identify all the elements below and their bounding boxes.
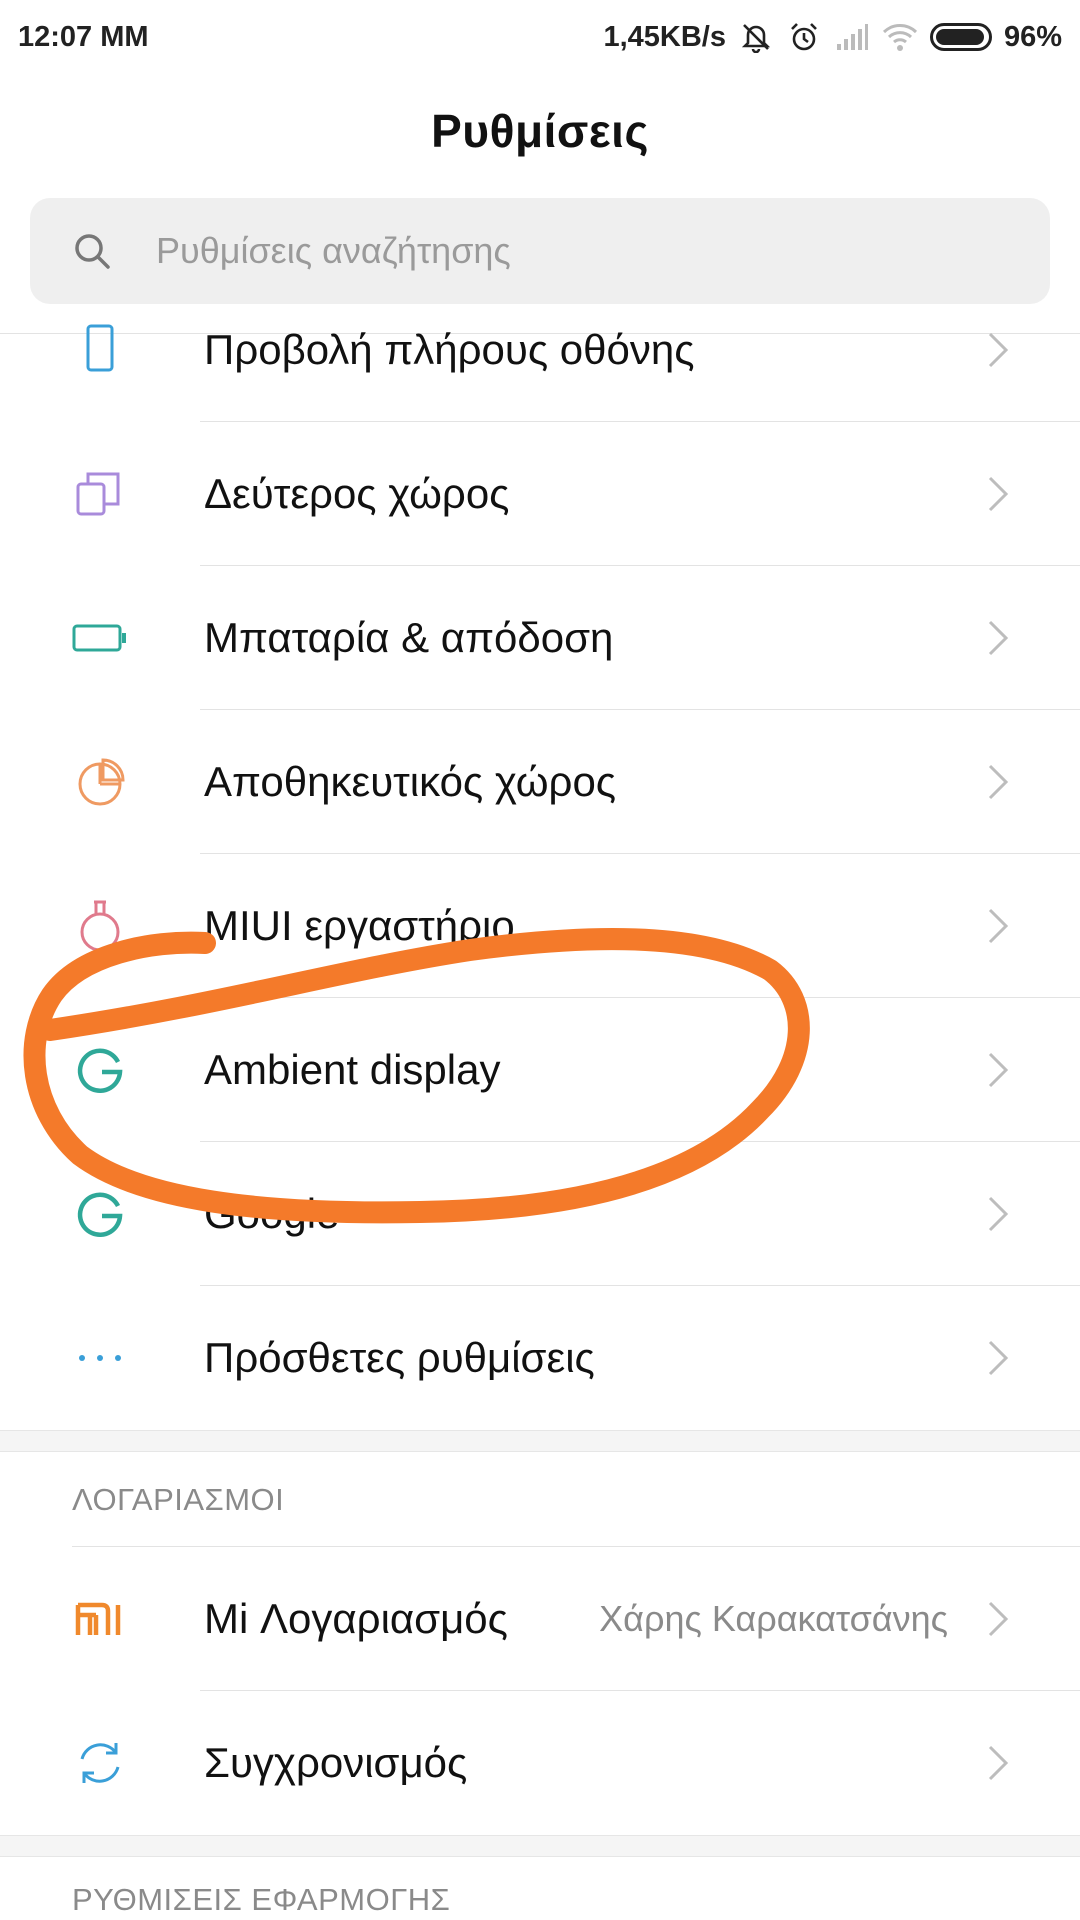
search-icon — [75, 234, 110, 269]
wifi-icon — [882, 19, 918, 55]
chevron-right-icon — [988, 1745, 1009, 1781]
settings-row-sync[interactable]: Συγχρονισμός — [0, 1691, 1080, 1835]
bell-muted-icon — [738, 19, 774, 55]
section-header-app-settings: ΡΥΘΜΙΣΕΙΣ ΕΦΑΡΜΟΓΗΣ — [72, 1882, 451, 1917]
second-space-icon — [76, 472, 120, 516]
battery-icon — [929, 23, 992, 51]
sync-icon — [80, 1743, 120, 1783]
chevron-right-icon — [988, 476, 1009, 512]
settings-row-mi-account[interactable]: Mi Λογαριασμός Χάρης Καρακατσάνης — [0, 1547, 1080, 1691]
settings-row-ambient-display[interactable]: Ambient display — [0, 998, 1080, 1142]
chevron-right-icon — [988, 908, 1009, 944]
settings-row-google[interactable]: Google — [0, 1142, 1080, 1286]
row-label: Mi Λογαριασμός — [204, 1595, 508, 1642]
settings-row-second-space[interactable]: Δεύτερος χώρος — [0, 422, 1080, 566]
settings-row-storage[interactable]: Αποθηκευτικός χώρος — [0, 710, 1080, 854]
account-name-value: Χάρης Καρακατσάνης — [599, 1598, 948, 1639]
row-label: Μπαταρία & απόδοση — [204, 614, 614, 661]
row-label: Συγχρονισμός — [204, 1739, 468, 1786]
lab-flask-icon — [80, 900, 120, 952]
row-label: Δεύτερος χώρος — [204, 470, 510, 517]
chevron-right-icon — [988, 1601, 1009, 1637]
battery-fill — [935, 29, 984, 45]
status-bar: 12:07 ΜΜ 1,45KB/s 96% — [0, 0, 1080, 74]
chevron-right-icon — [988, 764, 1009, 800]
section-separator — [0, 1835, 1080, 1857]
chevron-right-icon — [988, 620, 1009, 656]
battery-percent: 96% — [1003, 20, 1062, 53]
search-input[interactable] — [154, 229, 938, 273]
row-label: Προβολή πλήρους οθόνης — [204, 326, 695, 373]
status-time: 12:07 ΜΜ — [18, 20, 149, 53]
settings-row-additional-settings[interactable]: Πρόσθετες ρυθμίσεις — [0, 1286, 1080, 1430]
cellular-signal-icon — [834, 19, 870, 55]
status-icons: 1,45KB/s 96% — [603, 19, 1062, 55]
settings-row-fullscreen-display[interactable]: Προβολή πλήρους οθόνης — [0, 278, 1080, 422]
storage-pie-icon — [78, 758, 125, 806]
row-label: Google — [204, 1190, 340, 1237]
more-dots-icon — [79, 1355, 121, 1361]
mi-logo-icon — [75, 1602, 121, 1635]
row-label: Ambient display — [204, 1046, 501, 1093]
settings-row-miui-lab[interactable]: MIUI εργαστήριο — [0, 854, 1080, 998]
google-g-icon — [77, 1192, 123, 1238]
chevron-right-icon — [988, 1052, 1009, 1088]
phone-screen-icon — [86, 324, 114, 372]
section-header-accounts: ΛΟΓΑΡΙΑΣΜΟΙ — [72, 1482, 285, 1517]
row-label: Αποθηκευτικός χώρος — [204, 758, 617, 805]
battery-performance-icon — [72, 624, 126, 652]
chevron-right-icon — [988, 1340, 1009, 1376]
row-label: Πρόσθετες ρυθμίσεις — [204, 1334, 595, 1381]
chevron-right-icon — [988, 332, 1009, 368]
alarm-clock-icon — [786, 19, 822, 55]
network-speed: 1,45KB/s — [603, 20, 726, 53]
section-separator — [0, 1430, 1080, 1452]
page-title: Ρυθμίσεις — [431, 105, 649, 157]
chevron-right-icon — [988, 1196, 1009, 1232]
google-g-icon — [77, 1048, 123, 1094]
row-label: MIUI εργαστήριο — [204, 902, 515, 949]
settings-row-battery[interactable]: Μπαταρία & απόδοση — [0, 566, 1080, 710]
